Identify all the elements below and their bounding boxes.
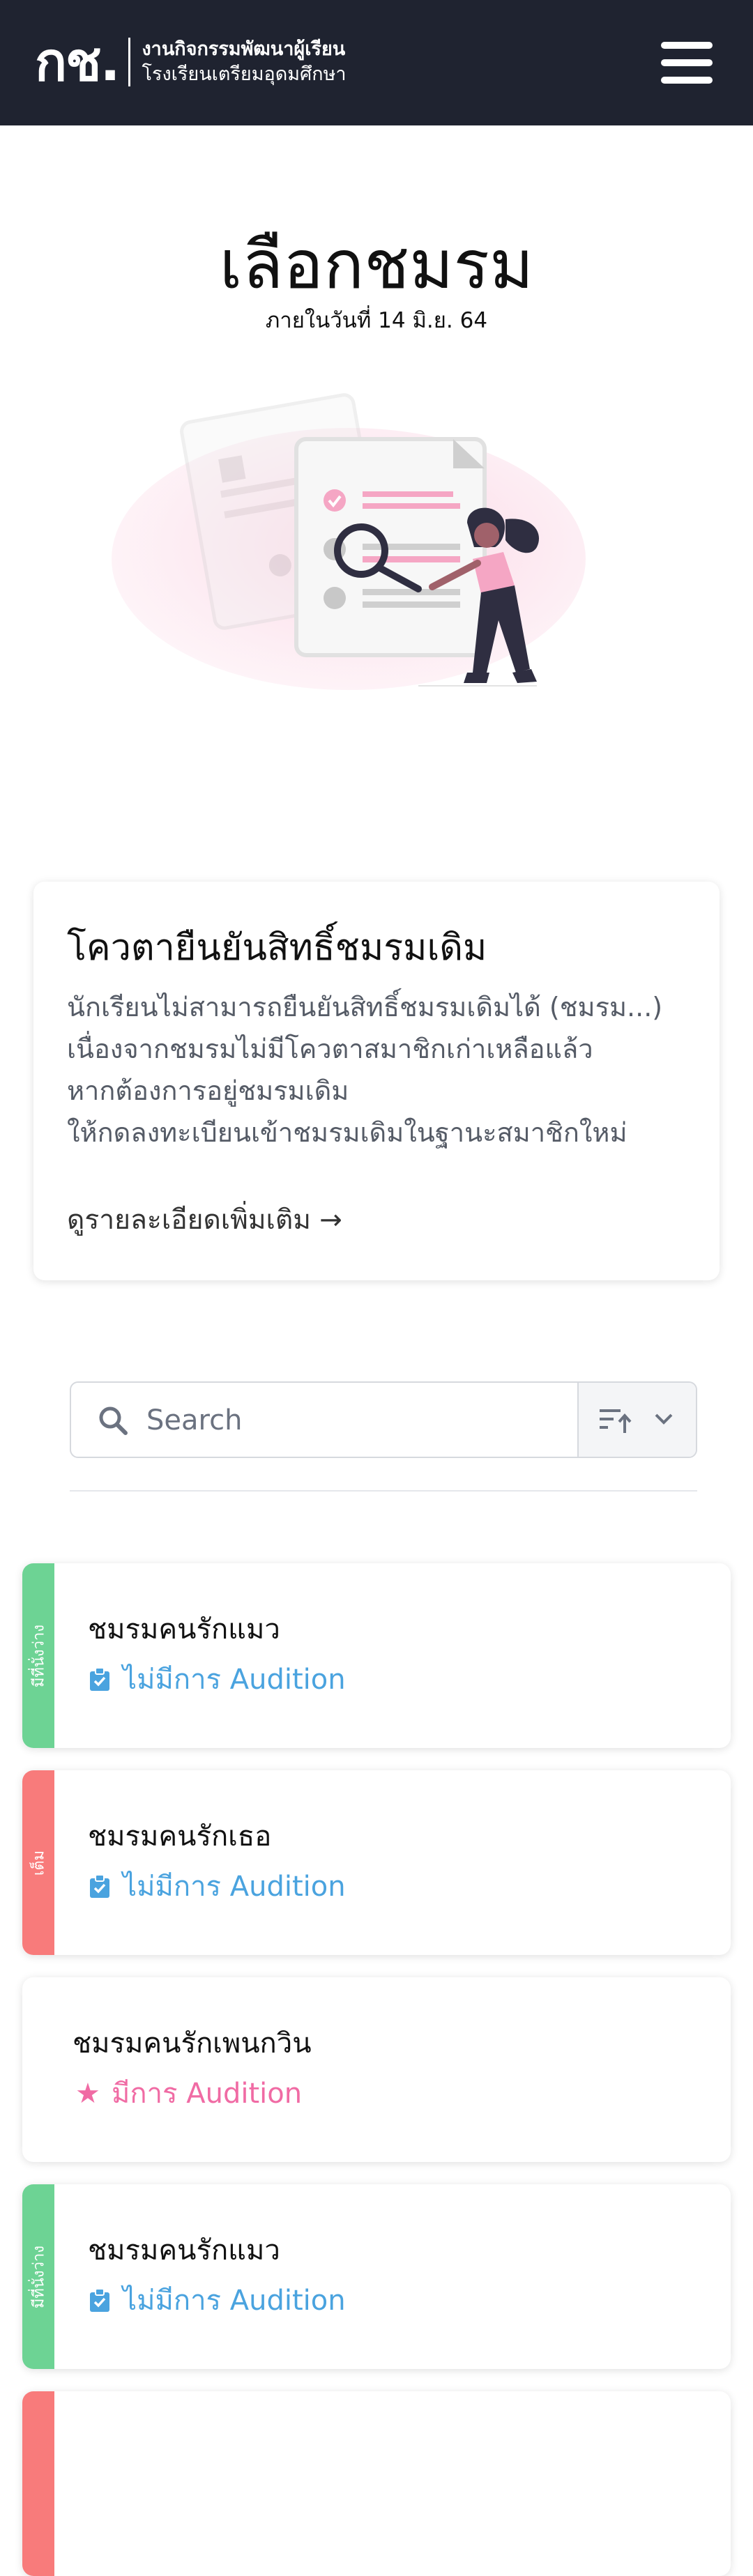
logo-separator xyxy=(128,38,131,86)
star-icon: ★ xyxy=(75,2078,100,2110)
audition-label: ไม่มีการ Audition xyxy=(123,1664,346,1696)
page-subtitle: ภายในวันที่ 14 มิ.ย. 64 xyxy=(265,308,488,333)
logo-mark: กช. xyxy=(35,31,120,93)
club-name: ชมรมคนรักเพนกวิน xyxy=(73,2027,312,2060)
status-label: มีที่นั่งว่าง xyxy=(30,2245,48,2308)
audition-info: ★ มีการ Audition xyxy=(75,2075,302,2113)
audition-info: ไม่มีการ Audition xyxy=(88,1868,346,1906)
page-title: เลือกชมรม xyxy=(219,226,534,304)
quota-title: โควตายืนยันสิทธิ์ชมรมเดิม xyxy=(67,927,487,969)
divider xyxy=(70,1490,697,1492)
club-name: ชมรมคนรักเธอ xyxy=(88,1820,272,1853)
club-name: ชมรมคนรักแมว xyxy=(88,2234,280,2267)
navbar: กช. งานกิจกรรมพัฒนาผู้เรียน โรงเรียนเตรี… xyxy=(0,0,753,125)
club-card[interactable]: มีที่นั่งว่าง ชมรมคนรักแมว ไม่มีการ Audi… xyxy=(22,1563,731,1748)
sort-ascending-icon xyxy=(600,1409,632,1433)
chevron-down-icon xyxy=(655,1413,673,1425)
audition-info: ไม่มีการ Audition xyxy=(88,2282,346,2320)
logo-line-1: งานกิจกรรมพัฒนาผู้เรียน xyxy=(142,38,346,60)
quota-line: เนื่องจากชมรมไม่มีโควตาสมาชิกเก่าเหลือแล… xyxy=(67,1034,593,1064)
club-name: ชมรมคนรักแมว xyxy=(88,1613,280,1646)
club-card[interactable]: มีที่นั่งว่าง ชมรมคนรักแมว ไม่มีการ Audi… xyxy=(22,2184,731,2369)
search-input[interactable] xyxy=(145,1395,566,1446)
logo-line-2: โรงเรียนเตรียมอุดมศึกษา xyxy=(142,63,347,85)
clipboard-check-icon xyxy=(90,1667,109,1691)
club-card[interactable]: ชมรมคนรักเพนกวิน ★ มีการ Audition xyxy=(22,1977,731,2162)
status-strip xyxy=(22,2391,54,2576)
status-strip: มีที่นั่งว่าง xyxy=(22,1563,54,1748)
status-strip: เต็ม xyxy=(22,1770,54,1955)
search-illustration xyxy=(112,393,586,690)
audition-label: มีการ Audition xyxy=(112,2078,303,2110)
status-label: เต็ม xyxy=(30,1850,48,1876)
status-label: มีที่นั่งว่าง xyxy=(30,1624,48,1687)
hamburger-icon[interactable] xyxy=(661,40,713,85)
quota-line: นักเรียนไม่สามารถยืนยันสิทธิ์ชมรมเดิมได้… xyxy=(67,992,663,1022)
quota-card: โควตายืนยันสิทธิ์ชมรมเดิม นักเรียนไม่สาม… xyxy=(33,882,720,1280)
logo-text: งานกิจกรรมพัฒนาผู้เรียน โรงเรียนเตรียมอุ… xyxy=(142,37,346,87)
quota-description: นักเรียนไม่สามารถยืนยันสิทธิ์ชมรมเดิมได้… xyxy=(67,986,694,1153)
logo[interactable]: กช. งานกิจกรรมพัฒนาผู้เรียน โรงเรียนเตรี… xyxy=(35,31,347,93)
audition-label: ไม่มีการ Audition xyxy=(123,1871,346,1903)
clipboard-check-icon xyxy=(90,2288,109,2312)
quota-line: ให้กดลงทะเบียนเข้าชมรมเดิมในฐานะสมาชิกให… xyxy=(67,1117,628,1148)
status-strip: มีที่นั่งว่าง xyxy=(22,2184,54,2369)
clipboard-check-icon xyxy=(90,1874,109,1898)
sort-dropdown-button[interactable] xyxy=(577,1383,696,1457)
club-card[interactable] xyxy=(22,2391,731,2576)
more-details-link[interactable]: ดูรายละเอียดเพิ่มเติม → xyxy=(67,1201,342,1240)
quota-line: หากต้องการอยู่ชมรมเดิม xyxy=(67,1075,349,1106)
audition-label: ไม่มีการ Audition xyxy=(123,2285,346,2317)
club-card[interactable]: เต็ม ชมรมคนรักเธอ ไม่มีการ Audition xyxy=(22,1770,731,1955)
search-bar xyxy=(70,1381,697,1458)
audition-info: ไม่มีการ Audition xyxy=(88,1661,346,1699)
search-icon xyxy=(99,1406,128,1435)
